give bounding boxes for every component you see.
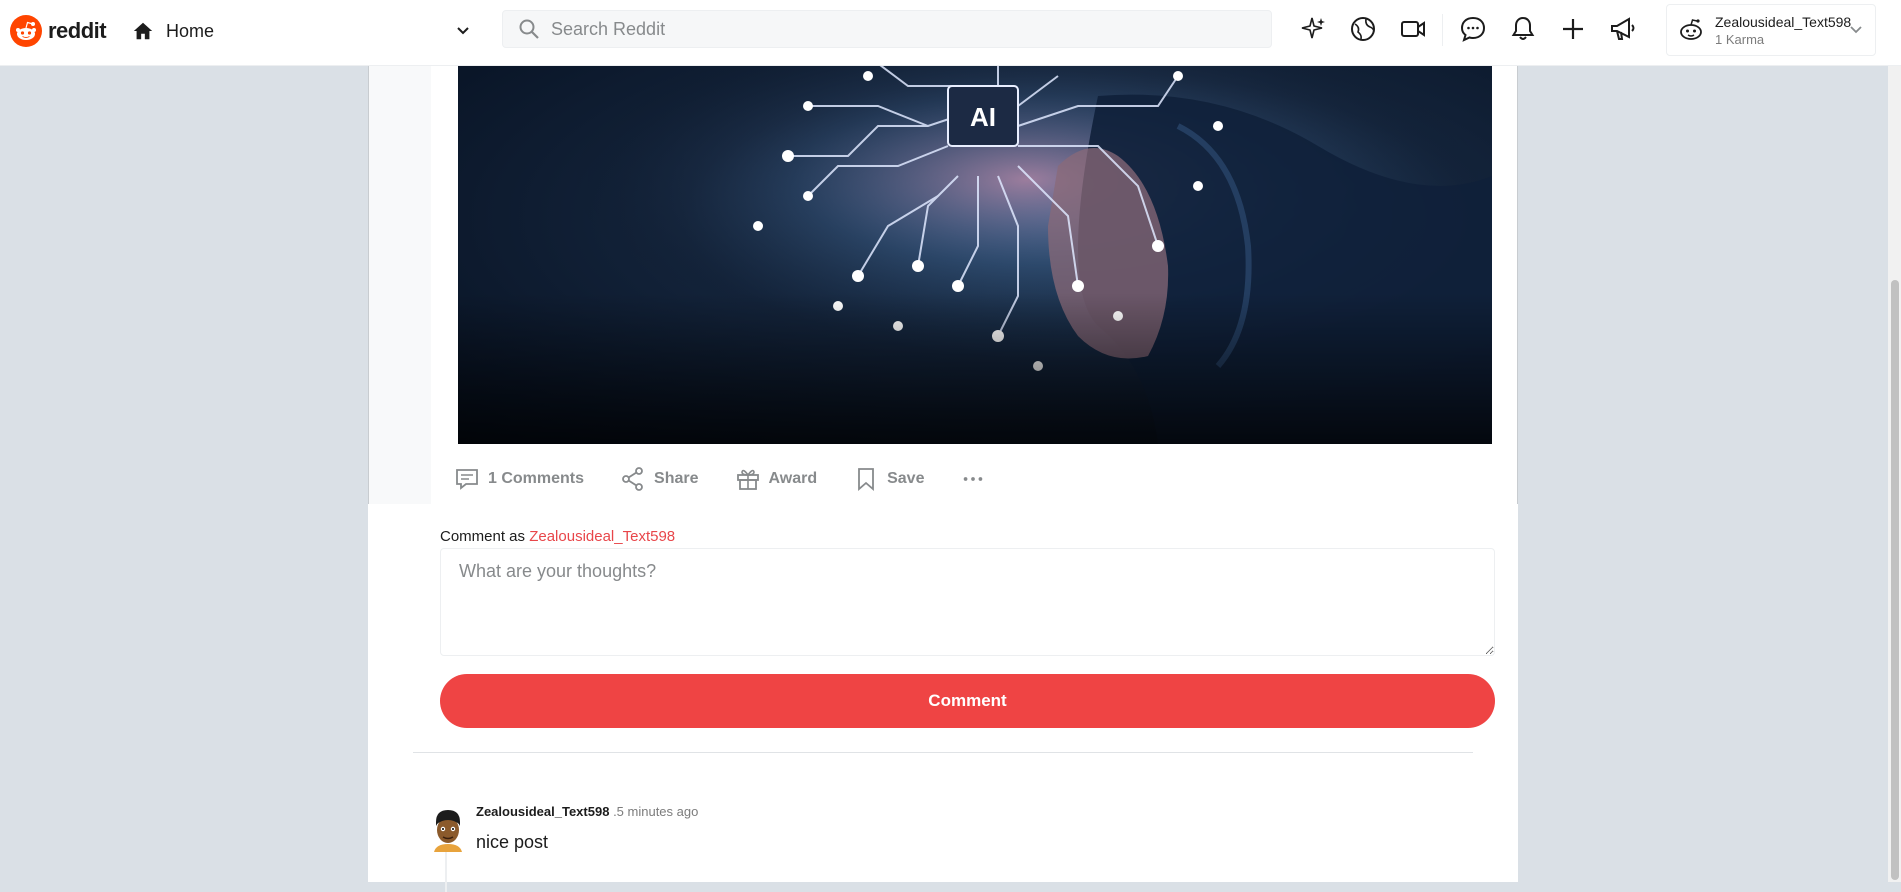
award-button[interactable]: Award xyxy=(735,466,818,492)
user-info: Zealousideal_Text598 1 Karma xyxy=(1715,14,1851,47)
bookmark-icon xyxy=(858,468,875,491)
search-icon xyxy=(519,19,539,39)
reddit-wordmark: reddit xyxy=(48,18,107,43)
gift-icon xyxy=(736,469,759,490)
chevron-down-icon xyxy=(457,27,469,35)
post-border-right xyxy=(1517,66,1518,504)
comment-timestamp: .5 minutes ago xyxy=(613,804,699,819)
comment-submit-button[interactable]: Comment xyxy=(440,674,1495,728)
comments-label: 1 Comments xyxy=(488,470,585,487)
sparkle-icon xyxy=(1301,17,1325,39)
reddit-logo[interactable]: reddit xyxy=(10,14,107,48)
save-label: Save xyxy=(887,470,925,487)
popular-button[interactable] xyxy=(1299,14,1329,44)
post-actions: 1 Comments Share Award Save xyxy=(454,464,1022,494)
top-header: reddit Home Search Reddit Zealousideal_T… xyxy=(0,0,1901,66)
comment-as-label: Comment as Zealousideal_Text598 xyxy=(440,528,675,545)
live-video-button[interactable] xyxy=(1398,14,1428,44)
comments-button[interactable]: 1 Comments xyxy=(454,466,584,492)
username: Zealousideal_Text598 xyxy=(1715,13,1852,30)
comment-icon xyxy=(456,469,478,490)
video-icon xyxy=(1401,21,1425,37)
notifications-button[interactable] xyxy=(1508,14,1538,44)
comment-textarea[interactable] xyxy=(440,548,1495,656)
more-options-button[interactable] xyxy=(960,466,986,492)
share-button[interactable]: Share xyxy=(620,466,699,492)
comments-divider xyxy=(413,752,1473,753)
home-icon xyxy=(133,22,153,40)
create-post-button[interactable] xyxy=(1558,14,1588,44)
comment-thread-line[interactable] xyxy=(445,852,447,892)
explore-button[interactable] xyxy=(1348,14,1378,44)
comment-author[interactable]: Zealousideal_Text598 xyxy=(476,804,609,819)
plus-icon xyxy=(1563,19,1583,39)
ellipsis-icon xyxy=(964,477,983,481)
search-bar[interactable] xyxy=(502,10,1272,48)
advertise-button[interactable] xyxy=(1608,14,1638,44)
karma-count: 1 Karma xyxy=(1715,31,1765,47)
award-label: Award xyxy=(768,470,818,487)
post-border-left xyxy=(368,66,369,504)
bell-icon xyxy=(1511,16,1535,40)
post-detail: AI 1 Comments Share xyxy=(368,0,1518,892)
chat-button[interactable] xyxy=(1458,14,1488,44)
explore-icon xyxy=(1351,17,1375,41)
comment-body: nice post xyxy=(476,832,549,852)
chevron-down-icon xyxy=(1850,26,1862,34)
ai-circuit-illustration: AI xyxy=(458,66,1492,444)
post-image[interactable]: AI xyxy=(458,66,1492,444)
save-button[interactable]: Save xyxy=(853,466,924,492)
user-avatar-icon xyxy=(1680,19,1702,40)
chat-icon xyxy=(1460,16,1486,42)
advertise-icon xyxy=(1611,17,1635,40)
search-input[interactable] xyxy=(551,18,1251,40)
comment-as-prefix: Comment as xyxy=(440,528,526,545)
comment-as-username[interactable]: Zealousideal_Text598 xyxy=(529,528,675,545)
user-menu[interactable]: Zealousideal_Text598 1 Karma xyxy=(1666,4,1876,56)
comment-meta: Zealousideal_Text598 .5 minutes ago xyxy=(476,804,698,819)
commenter-avatar[interactable] xyxy=(430,808,466,852)
page-scrollbar-thumb[interactable] xyxy=(1891,280,1899,880)
community-switcher[interactable]: Home xyxy=(132,14,472,48)
share-icon xyxy=(622,467,643,491)
home-label: Home xyxy=(166,20,215,41)
share-label: Share xyxy=(654,470,699,487)
vote-gutter xyxy=(368,66,431,504)
header-divider xyxy=(1442,14,1443,46)
reddit-logo-icon xyxy=(10,15,42,47)
